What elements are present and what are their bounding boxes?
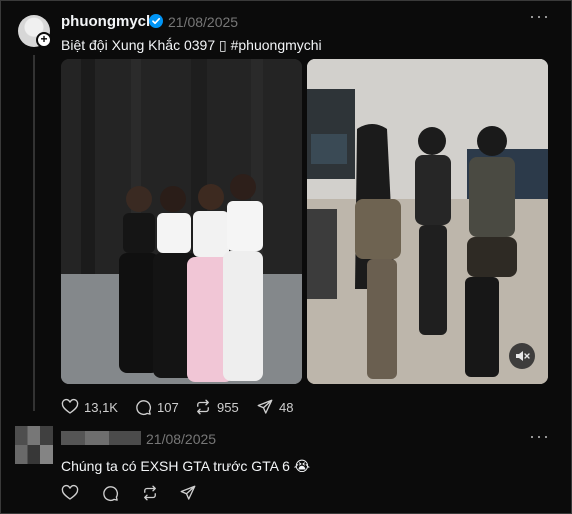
reply-date: 21/08/2025 (146, 431, 217, 447)
heart-icon (61, 484, 79, 500)
post-more-button[interactable]: ··· (529, 7, 549, 27)
comment-count: 107 (157, 399, 179, 415)
reply-more-button[interactable]: ··· (529, 427, 549, 447)
share-count: 48 (279, 399, 294, 415)
verified-badge-icon (149, 14, 163, 28)
comment-icon (103, 486, 119, 502)
reply-comment-button[interactable] (101, 483, 119, 503)
post-actions: 13,1K 107 955 48 (1, 397, 572, 417)
reply-like-button[interactable] (61, 483, 79, 503)
speaker-muted-icon (516, 351, 530, 361)
reply-share-button[interactable] (179, 483, 197, 503)
send-icon (180, 485, 196, 500)
send-icon (257, 399, 273, 414)
reply-avatar-blurred[interactable] (15, 426, 53, 464)
post-photo[interactable] (61, 59, 302, 384)
reply-repost-button[interactable] (141, 483, 159, 503)
heart-icon (61, 398, 79, 414)
like-count: 13,1K (84, 399, 118, 415)
post-caption: Biệt đội Xung Khắc 0397 ▯ #phuongmychi (61, 37, 322, 53)
follow-plus-icon[interactable]: + (36, 32, 52, 48)
reply-actions (1, 483, 572, 503)
repost-button[interactable]: 955 (194, 397, 239, 417)
like-button[interactable]: 13,1K (61, 397, 118, 417)
comment-icon (136, 400, 152, 416)
post-video[interactable] (307, 59, 548, 384)
thread-window: + phuongmychi 21/08/2025 ··· Biệt đội Xu… (0, 0, 572, 514)
reply-username-blurred[interactable] (61, 431, 141, 445)
share-button[interactable]: 48 (256, 397, 293, 417)
mute-button[interactable] (509, 343, 535, 369)
comment-button[interactable]: 107 (134, 397, 179, 417)
repost-count: 955 (217, 399, 239, 415)
post-username[interactable]: phuongmychi (61, 13, 159, 30)
repost-icon (144, 485, 156, 501)
reply-text: Chúng ta có EXSH GTA trước GTA 6 😭 (61, 458, 311, 474)
thread-line (33, 55, 35, 411)
repost-icon (197, 399, 209, 415)
post-date: 21/08/2025 (168, 14, 239, 30)
